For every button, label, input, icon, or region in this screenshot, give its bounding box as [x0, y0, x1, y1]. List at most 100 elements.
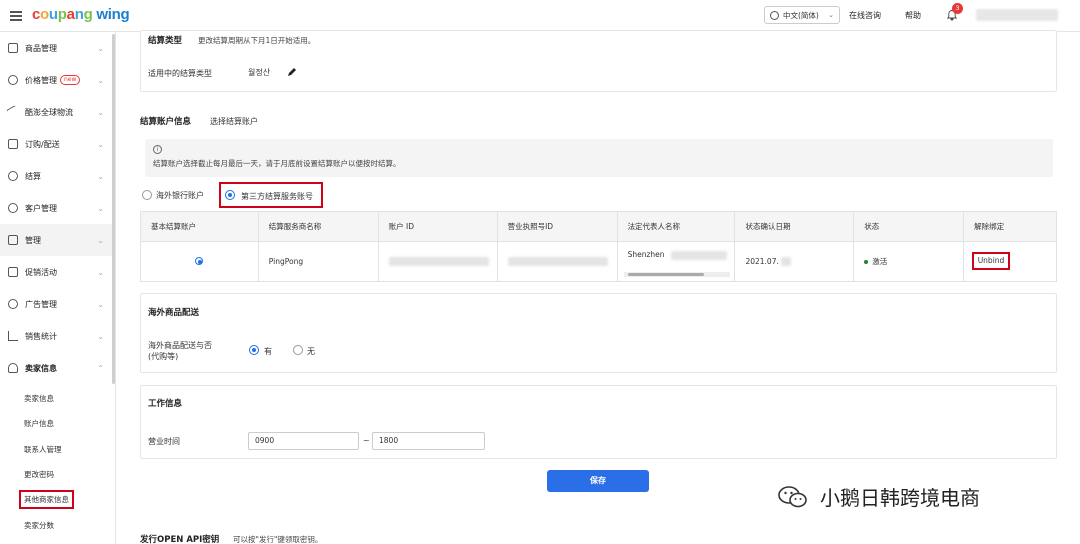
cart-icon	[8, 235, 18, 245]
radio-overseas-yes[interactable]	[249, 345, 259, 355]
sidebar-item-label: 管理	[25, 235, 41, 245]
settlement-type-note: 更改结算周期从下月1日开始适用。	[198, 36, 316, 45]
sidebar-item-label: 订购/配送	[25, 139, 60, 149]
subitem-contacts[interactable]: 联系人管理	[24, 444, 62, 455]
col-provider: 结算服务商名称	[257, 211, 379, 242]
save-button[interactable]: 保存	[547, 470, 649, 492]
radio-third-party[interactable]	[225, 190, 235, 200]
user-icon	[8, 203, 18, 213]
sidebar-item-label: 商品管理	[25, 43, 57, 53]
work-info-title: 工作信息	[148, 399, 183, 409]
radio-overseas-yes-label: 有	[264, 347, 272, 356]
online-consult-link[interactable]: 在线咨询	[849, 10, 881, 21]
sidebar-item-label: 结算	[25, 171, 41, 181]
subitem-seller-info[interactable]: 卖家信息	[24, 393, 54, 404]
user-account-blurred[interactable]	[976, 9, 1058, 21]
col-date: 状态确认日期	[734, 211, 855, 242]
subitem-other-merchant-info[interactable]: 其他商家信息	[19, 490, 74, 509]
language-select[interactable]: 中文(简体) ⌄	[764, 6, 840, 24]
chevron-down-icon: ⌄	[97, 331, 104, 341]
radio-third-party-label: 第三方结算服务账号	[241, 192, 313, 201]
sidebar-item-label: 广告管理	[25, 299, 57, 309]
radio-overseas-bank[interactable]	[142, 190, 152, 200]
open-api-title: 发行OPEN API密钥	[140, 535, 220, 544]
cell-provider: PingPong	[257, 241, 379, 282]
truck-icon	[8, 139, 18, 149]
date-value: 2021.07.	[745, 256, 779, 266]
subitem-account-info[interactable]: 账户信息	[24, 418, 54, 429]
chevron-down-icon: ⌄	[97, 43, 104, 53]
chevron-down-icon: ⌄	[828, 11, 834, 19]
sidebar-item-customer[interactable]: 客户管理 ⌄	[0, 192, 112, 224]
active-dot-icon	[864, 260, 869, 264]
sidebar-item-seller-info[interactable]: 卖家信息 ⌃	[0, 352, 112, 384]
ad-icon	[8, 299, 18, 309]
sidebar-item-product[interactable]: 商品管理 ⌄	[0, 32, 112, 64]
open-api-note: 可以按"发行"键领取密钥。	[233, 535, 323, 544]
coupang-wing-logo[interactable]: coupang wing	[32, 6, 130, 23]
top-bar: coupang wing 中文(简体) ⌄ 在线咨询 帮助 3	[0, 0, 1080, 32]
cell-status: 激活	[853, 241, 965, 282]
hours-separator: ~	[363, 436, 370, 445]
business-hours-end-input[interactable]: 1800	[372, 432, 485, 450]
sidebar-item-label: 销售统计	[25, 331, 57, 341]
chevron-down-icon: ⌄	[97, 107, 104, 117]
sidebar-scrollbar[interactable]	[112, 34, 115, 384]
business-hours-label: 营业时间	[148, 437, 180, 446]
table-row: PingPong Shenzhen 2021.07. 激活	[140, 241, 1057, 282]
chart-icon	[8, 331, 18, 341]
notification-badge: 3	[952, 3, 963, 14]
cell-account-id	[377, 241, 498, 282]
sidebar-item-logistics[interactable]: 酷澎全球物流 ⌄	[0, 96, 112, 128]
cell-horizontal-scrollbar[interactable]	[624, 272, 730, 277]
col-status: 状态	[853, 211, 965, 242]
sidebar-item-manage[interactable]: 管理 ⌄	[0, 224, 112, 256]
business-hours-start-input[interactable]: 0900	[248, 432, 359, 450]
col-unbind: 解除绑定	[963, 211, 1057, 242]
new-badge: new	[60, 75, 81, 85]
plane-icon	[6, 105, 20, 119]
unbind-button[interactable]: Unbind	[972, 252, 1010, 270]
menu-icon[interactable]	[10, 11, 22, 21]
radio-default-account[interactable]	[195, 256, 204, 265]
sidebar-item-ads[interactable]: 广告管理 ⌄	[0, 288, 112, 320]
chevron-down-icon: ⌄	[97, 267, 104, 277]
col-legal-rep: 法定代表人名称	[616, 211, 736, 242]
settlement-type-title: 结算类型	[148, 36, 183, 46]
price-icon	[8, 75, 18, 85]
sidebar-item-label: 促销活动	[25, 267, 57, 277]
legal-rep-name: Shenzhen	[627, 250, 665, 259]
sidebar-item-label: 价格管理	[25, 75, 57, 85]
radio-overseas-no[interactable]	[293, 345, 303, 355]
globe-icon	[770, 10, 779, 20]
settlement-account-table: 基本结算账户 结算服务商名称 账户 ID 营业执照号ID 法定代表人名称 状态确…	[140, 211, 1057, 282]
select-account-label: 选择结算账户	[210, 117, 258, 126]
subitem-seller-score[interactable]: 卖家分数	[24, 520, 54, 531]
sidebar-item-orders[interactable]: 订购/配送 ⌄	[0, 128, 112, 160]
overseas-delivery-title: 海外商品配送	[148, 308, 200, 318]
cell-license-id	[496, 241, 618, 282]
table-header-row: 基本结算账户 结算服务商名称 账户 ID 营业执照号ID 法定代表人名称 状态确…	[140, 211, 1057, 242]
help-link[interactable]: 帮助	[905, 10, 921, 21]
won-icon	[8, 171, 18, 181]
cell-date: 2021.07.	[734, 241, 855, 282]
box-icon	[8, 43, 18, 53]
chevron-up-icon: ⌃	[97, 363, 104, 373]
settlement-account-title: 结算账户信息	[140, 117, 192, 127]
pencil-icon[interactable]	[286, 66, 298, 78]
col-license-id: 营业执照号ID	[496, 211, 618, 242]
sidebar-item-label: 酷澎全球物流	[25, 107, 73, 117]
sidebar-item-price[interactable]: 价格管理 new ⌄	[0, 64, 112, 96]
settlement-type-value: 월정산	[248, 68, 271, 77]
sidebar-item-sales-stats[interactable]: 销售统计 ⌄	[0, 320, 112, 352]
sidebar-item-promotion[interactable]: 促销活动 ⌄	[0, 256, 112, 288]
overseas-delivery-card	[140, 293, 1057, 373]
chevron-down-icon: ⌄	[97, 75, 104, 85]
info-icon: i	[153, 145, 162, 154]
gift-icon	[8, 267, 18, 277]
chevron-down-icon: ⌄	[97, 203, 104, 213]
subitem-change-password[interactable]: 更改密码	[24, 469, 54, 480]
sidebar-item-label: 客户管理	[25, 203, 57, 213]
sidebar-item-settlement[interactable]: 结算 ⌄	[0, 160, 112, 192]
cell-default	[140, 241, 259, 282]
